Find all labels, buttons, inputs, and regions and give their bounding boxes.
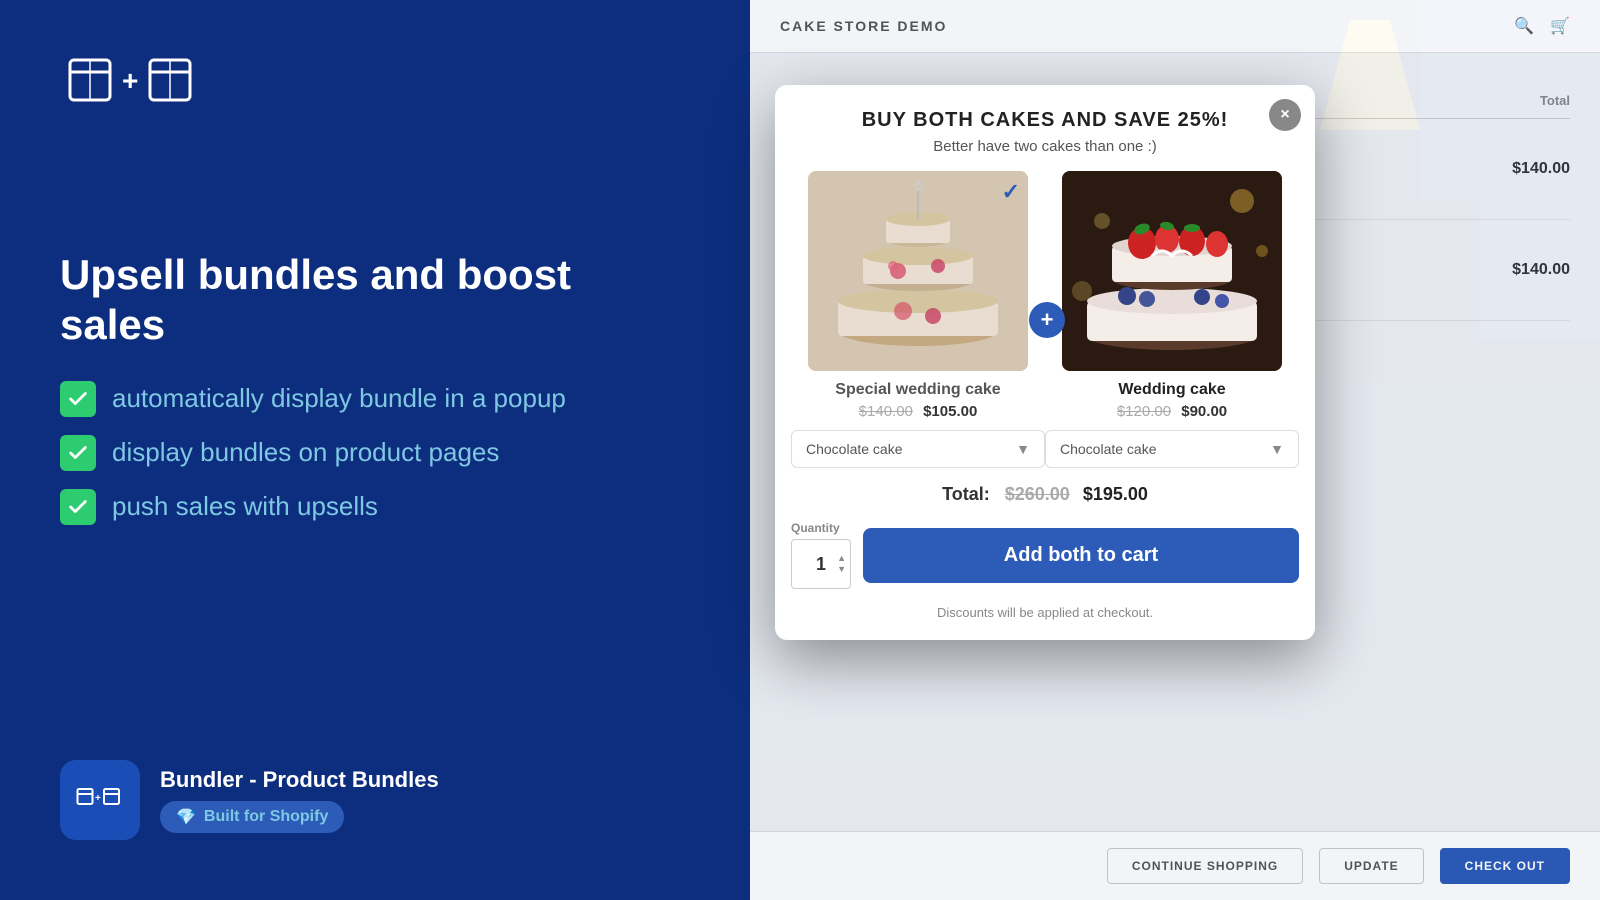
chevron-down-icon-1: ▼ <box>1016 441 1030 457</box>
store-footer: CONTINUE SHOPPING UPDATE CHECK OUT <box>750 831 1600 900</box>
wedding-cake-art: ✿ <box>808 171 1028 371</box>
product-1-original-price: $140.00 <box>859 403 913 420</box>
total-discounted-price: $195.00 <box>1083 484 1148 504</box>
update-button[interactable]: UPDATE <box>1319 848 1423 884</box>
modal-close-button[interactable]: × <box>1269 99 1301 131</box>
feature-item-1: automatically display bundle in a popup <box>60 381 660 417</box>
discount-note: Discounts will be applied at checkout. <box>775 605 1315 640</box>
feature-text-2: display bundles on product pages <box>112 437 499 468</box>
product-1-check-icon: ✓ <box>1002 179 1020 205</box>
shopify-badge-text: Built for Shopify <box>204 808 328 826</box>
feature-item-2: display bundles on product pages <box>60 435 660 471</box>
quantity-stepper[interactable]: ▲ ▼ <box>837 554 846 574</box>
product-price-2: $140.00 <box>1373 261 1571 279</box>
shopify-badge: 💎 Built for Shopify <box>160 801 344 833</box>
chevron-down-icon-2: ▼ <box>1270 441 1284 457</box>
logo-icon: + <box>60 50 260 110</box>
product-2-price: $120.00 $90.00 <box>1117 403 1227 420</box>
svg-text:+: + <box>122 65 138 96</box>
quantity-control: Quantity 1 ▲ ▼ <box>791 521 851 589</box>
total-original-price: $260.00 <box>1005 484 1070 504</box>
col-total: Total <box>1373 93 1571 108</box>
feature-text-1: automatically display bundle in a popup <box>112 383 566 414</box>
left-section: + Upsell bundles and boost sales automat… <box>60 50 660 525</box>
feature-item-3: push sales with upsells <box>60 489 660 525</box>
product-1-name: Special wedding cake <box>835 381 1000 399</box>
quantity-down-arrow[interactable]: ▼ <box>837 565 846 574</box>
product-2-name: Wedding cake <box>1118 381 1225 399</box>
app-card: + Bundler - Product Bundles 💎 Built for … <box>60 760 439 840</box>
quantity-label: Quantity <box>791 521 840 535</box>
svg-text:+: + <box>95 793 101 804</box>
product-1-discounted-price: $105.00 <box>923 403 977 420</box>
modal-header: BUY BOTH CAKES AND SAVE 25%! Better have… <box>775 85 1315 171</box>
hero-title: Upsell bundles and boost sales <box>60 250 660 351</box>
berry-cake-art <box>1062 171 1282 371</box>
product-1-variant-dropdown[interactable]: Chocolate cake ▼ <box>791 430 1045 468</box>
modal-products: ✿ ✓ Special wedding cake $140.00 $105.00… <box>775 171 1315 468</box>
check-icon-3 <box>60 489 96 525</box>
checkout-button[interactable]: CHECK OUT <box>1440 848 1570 884</box>
product-price-1: $140.00 <box>1373 160 1571 178</box>
feature-text-3: push sales with upsells <box>112 491 378 522</box>
modal-subtitle: Better have two cakes than one :) <box>799 138 1291 155</box>
product-2-variant-dropdown[interactable]: Chocolate cake ▼ <box>1045 430 1299 468</box>
quantity-up-arrow[interactable]: ▲ <box>837 554 846 563</box>
add-both-to-cart-button[interactable]: Add both to cart <box>863 528 1299 583</box>
continue-shopping-button[interactable]: CONTINUE SHOPPING <box>1107 848 1303 884</box>
store-demo-header: CAKE STORE DEMO 🔍 🛒 <box>750 0 1600 53</box>
app-icon-svg: + <box>75 775 125 825</box>
total-label: Total: <box>942 484 990 504</box>
cart-icon[interactable]: 🛒 <box>1550 16 1570 36</box>
product-2-image <box>1062 171 1282 371</box>
modal-total: Total: $260.00 $195.00 <box>775 468 1315 521</box>
app-icon: + <box>60 760 140 840</box>
modal-product-1: ✿ ✓ Special wedding cake $140.00 $105.00… <box>791 171 1045 468</box>
quantity-box[interactable]: 1 ▲ ▼ <box>791 539 851 589</box>
product-2-original-price: $120.00 <box>1117 403 1171 420</box>
bundle-modal: × BUY BOTH CAKES AND SAVE 25%! Better ha… <box>775 85 1315 640</box>
modal-title: BUY BOTH CAKES AND SAVE 25%! <box>799 109 1291 132</box>
check-icon-1 <box>60 381 96 417</box>
modal-product-2: Wedding cake $120.00 $90.00 Chocolate ca… <box>1045 171 1299 468</box>
app-name: Bundler - Product Bundles <box>160 767 439 793</box>
store-demo-icons: 🔍 🛒 <box>1514 16 1570 36</box>
product-1-variant-text: Chocolate cake <box>806 441 903 457</box>
modal-actions: Quantity 1 ▲ ▼ Add both to cart <box>775 521 1315 605</box>
store-demo-title: CAKE STORE DEMO <box>780 18 947 34</box>
shopify-heart-icon: 💎 <box>176 807 196 827</box>
check-icon-2 <box>60 435 96 471</box>
logo: + <box>60 50 660 110</box>
plus-connector-icon: + <box>1029 302 1065 338</box>
product-1-image: ✿ ✓ <box>808 171 1028 371</box>
quantity-value: 1 <box>816 554 826 575</box>
feature-list: automatically display bundle in a popup … <box>60 381 660 525</box>
product-2-variant-text: Chocolate cake <box>1060 441 1157 457</box>
product-2-discounted-price: $90.00 <box>1181 403 1227 420</box>
svg-text:✿: ✿ <box>913 178 925 194</box>
search-icon[interactable]: 🔍 <box>1514 16 1534 36</box>
product-1-price: $140.00 $105.00 <box>859 403 978 420</box>
app-info: Bundler - Product Bundles 💎 Built for Sh… <box>160 767 439 833</box>
